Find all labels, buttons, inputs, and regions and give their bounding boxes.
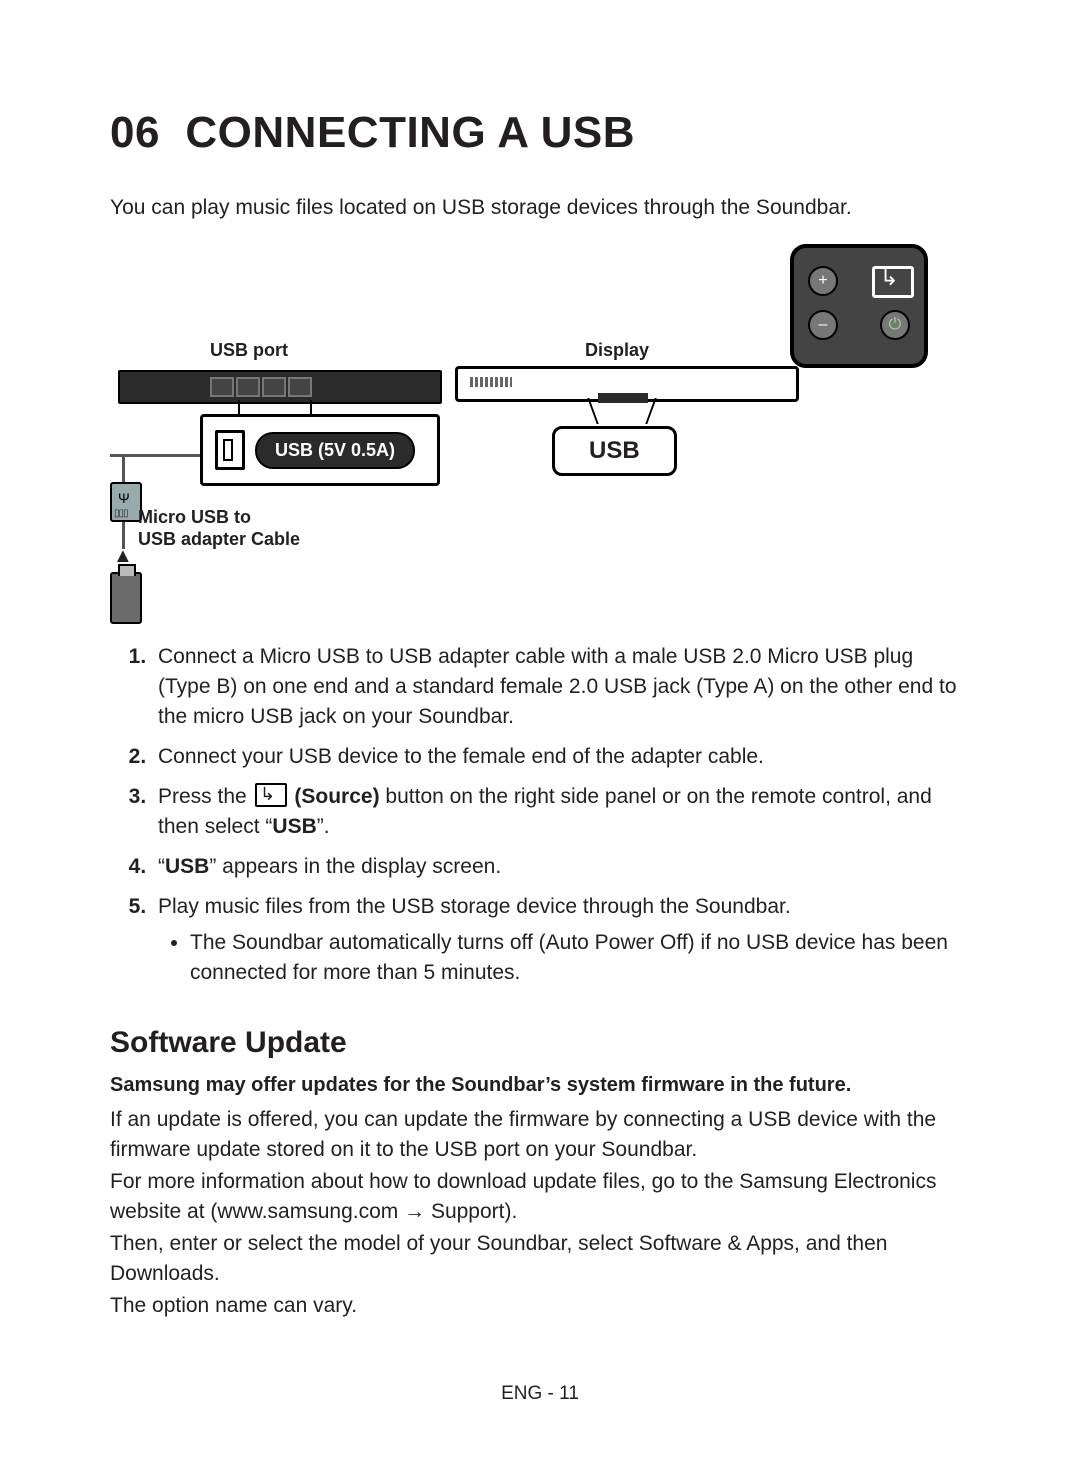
usb-keyword: USB xyxy=(165,855,209,878)
section-title: CONNECTING A USB xyxy=(185,108,635,157)
soundbar-front-illustration xyxy=(455,366,799,402)
callout-line xyxy=(310,400,312,414)
volume-down-icon: – xyxy=(808,310,838,340)
step-text: Play music files from the USB storage de… xyxy=(158,895,791,918)
source-button-icon xyxy=(255,783,287,807)
source-label: (Source) xyxy=(294,785,379,808)
usb-port-label: USB port xyxy=(210,340,288,361)
page-footer: ENG - 11 xyxy=(0,1383,1080,1405)
para-text: Support). xyxy=(425,1200,517,1223)
remote-top-tab xyxy=(840,244,894,248)
step-text: Connect a Micro USB to USB adapter cable… xyxy=(158,645,957,728)
usb-port-callout: USB (5V 0.5A) xyxy=(200,414,440,486)
software-update-lead: Samsung may offer updates for the Soundb… xyxy=(110,1074,970,1097)
arrow-right-icon: → xyxy=(404,1200,425,1223)
soundbar-rear-illustration xyxy=(118,370,442,404)
step-text: Connect your USB device to the female en… xyxy=(158,745,764,768)
step-2: Connect your USB device to the female en… xyxy=(152,742,970,772)
callout-line xyxy=(238,400,240,414)
step-5-sublist: The Soundbar automatically turns off (Au… xyxy=(162,928,970,988)
micro-usb-port-icon xyxy=(215,430,245,470)
step-text: “ xyxy=(158,855,165,878)
cable-label-line: USB adapter Cable xyxy=(138,529,300,549)
display-label: Display xyxy=(585,340,649,361)
usb-trident-icon: Ψ xyxy=(118,490,130,506)
section-number: 06 xyxy=(110,108,160,157)
usb-display-readout: USB xyxy=(552,426,677,476)
step-4: “USB” appears in the display screen. xyxy=(152,852,970,882)
software-update-heading: Software Update xyxy=(110,1026,970,1060)
cable-label: Micro USB to USB adapter Cable xyxy=(138,506,300,550)
plug-teeth-icon: ▯▯▯ xyxy=(114,508,128,519)
usb-keyword: USB xyxy=(272,815,316,838)
volume-up-icon: + xyxy=(808,266,838,296)
software-update-para: Then, enter or select the model of your … xyxy=(110,1229,970,1289)
power-icon: ⏻ xyxy=(880,310,910,340)
usb-5v-label: USB (5V 0.5A) xyxy=(255,432,415,469)
remote-control-illustration: + – ⏻ xyxy=(790,244,928,368)
port-row-illustration xyxy=(210,376,320,398)
step-text: Press the xyxy=(158,785,253,808)
usb-connection-diagram: USB port USB (5V 0.5A) Ψ ▯▯▯ ▲ Micro USB… xyxy=(110,250,970,622)
step-text: ” appears in the display screen. xyxy=(209,855,501,878)
brand-logo-placeholder xyxy=(470,377,512,387)
manual-page: 06 CONNECTING A USB You can play music f… xyxy=(0,0,1080,1479)
software-update-para: For more information about how to downlo… xyxy=(110,1167,970,1227)
software-update-para: If an update is offered, you can update … xyxy=(110,1105,970,1165)
step-3: Press the (Source) button on the right s… xyxy=(152,782,970,842)
cable-label-line: Micro USB to xyxy=(138,507,251,527)
para-text: For more information about how to downlo… xyxy=(110,1170,936,1223)
instruction-steps: Connect a Micro USB to USB adapter cable… xyxy=(110,642,970,988)
intro-text: You can play music files located on USB … xyxy=(110,196,970,220)
usb-a-adapter-icon xyxy=(110,572,142,624)
source-button-icon xyxy=(872,266,914,298)
section-heading: 06 CONNECTING A USB xyxy=(110,108,970,158)
display-area-icon xyxy=(598,393,648,403)
step-text: ”. xyxy=(317,815,330,838)
software-update-para: The option name can vary. xyxy=(110,1291,970,1321)
step-1: Connect a Micro USB to USB adapter cable… xyxy=(152,642,970,732)
step-5: Play music files from the USB storage de… xyxy=(152,892,970,988)
step-5-bullet: The Soundbar automatically turns off (Au… xyxy=(190,928,970,988)
step-text: The Soundbar automatically turns off (Au… xyxy=(190,931,948,984)
